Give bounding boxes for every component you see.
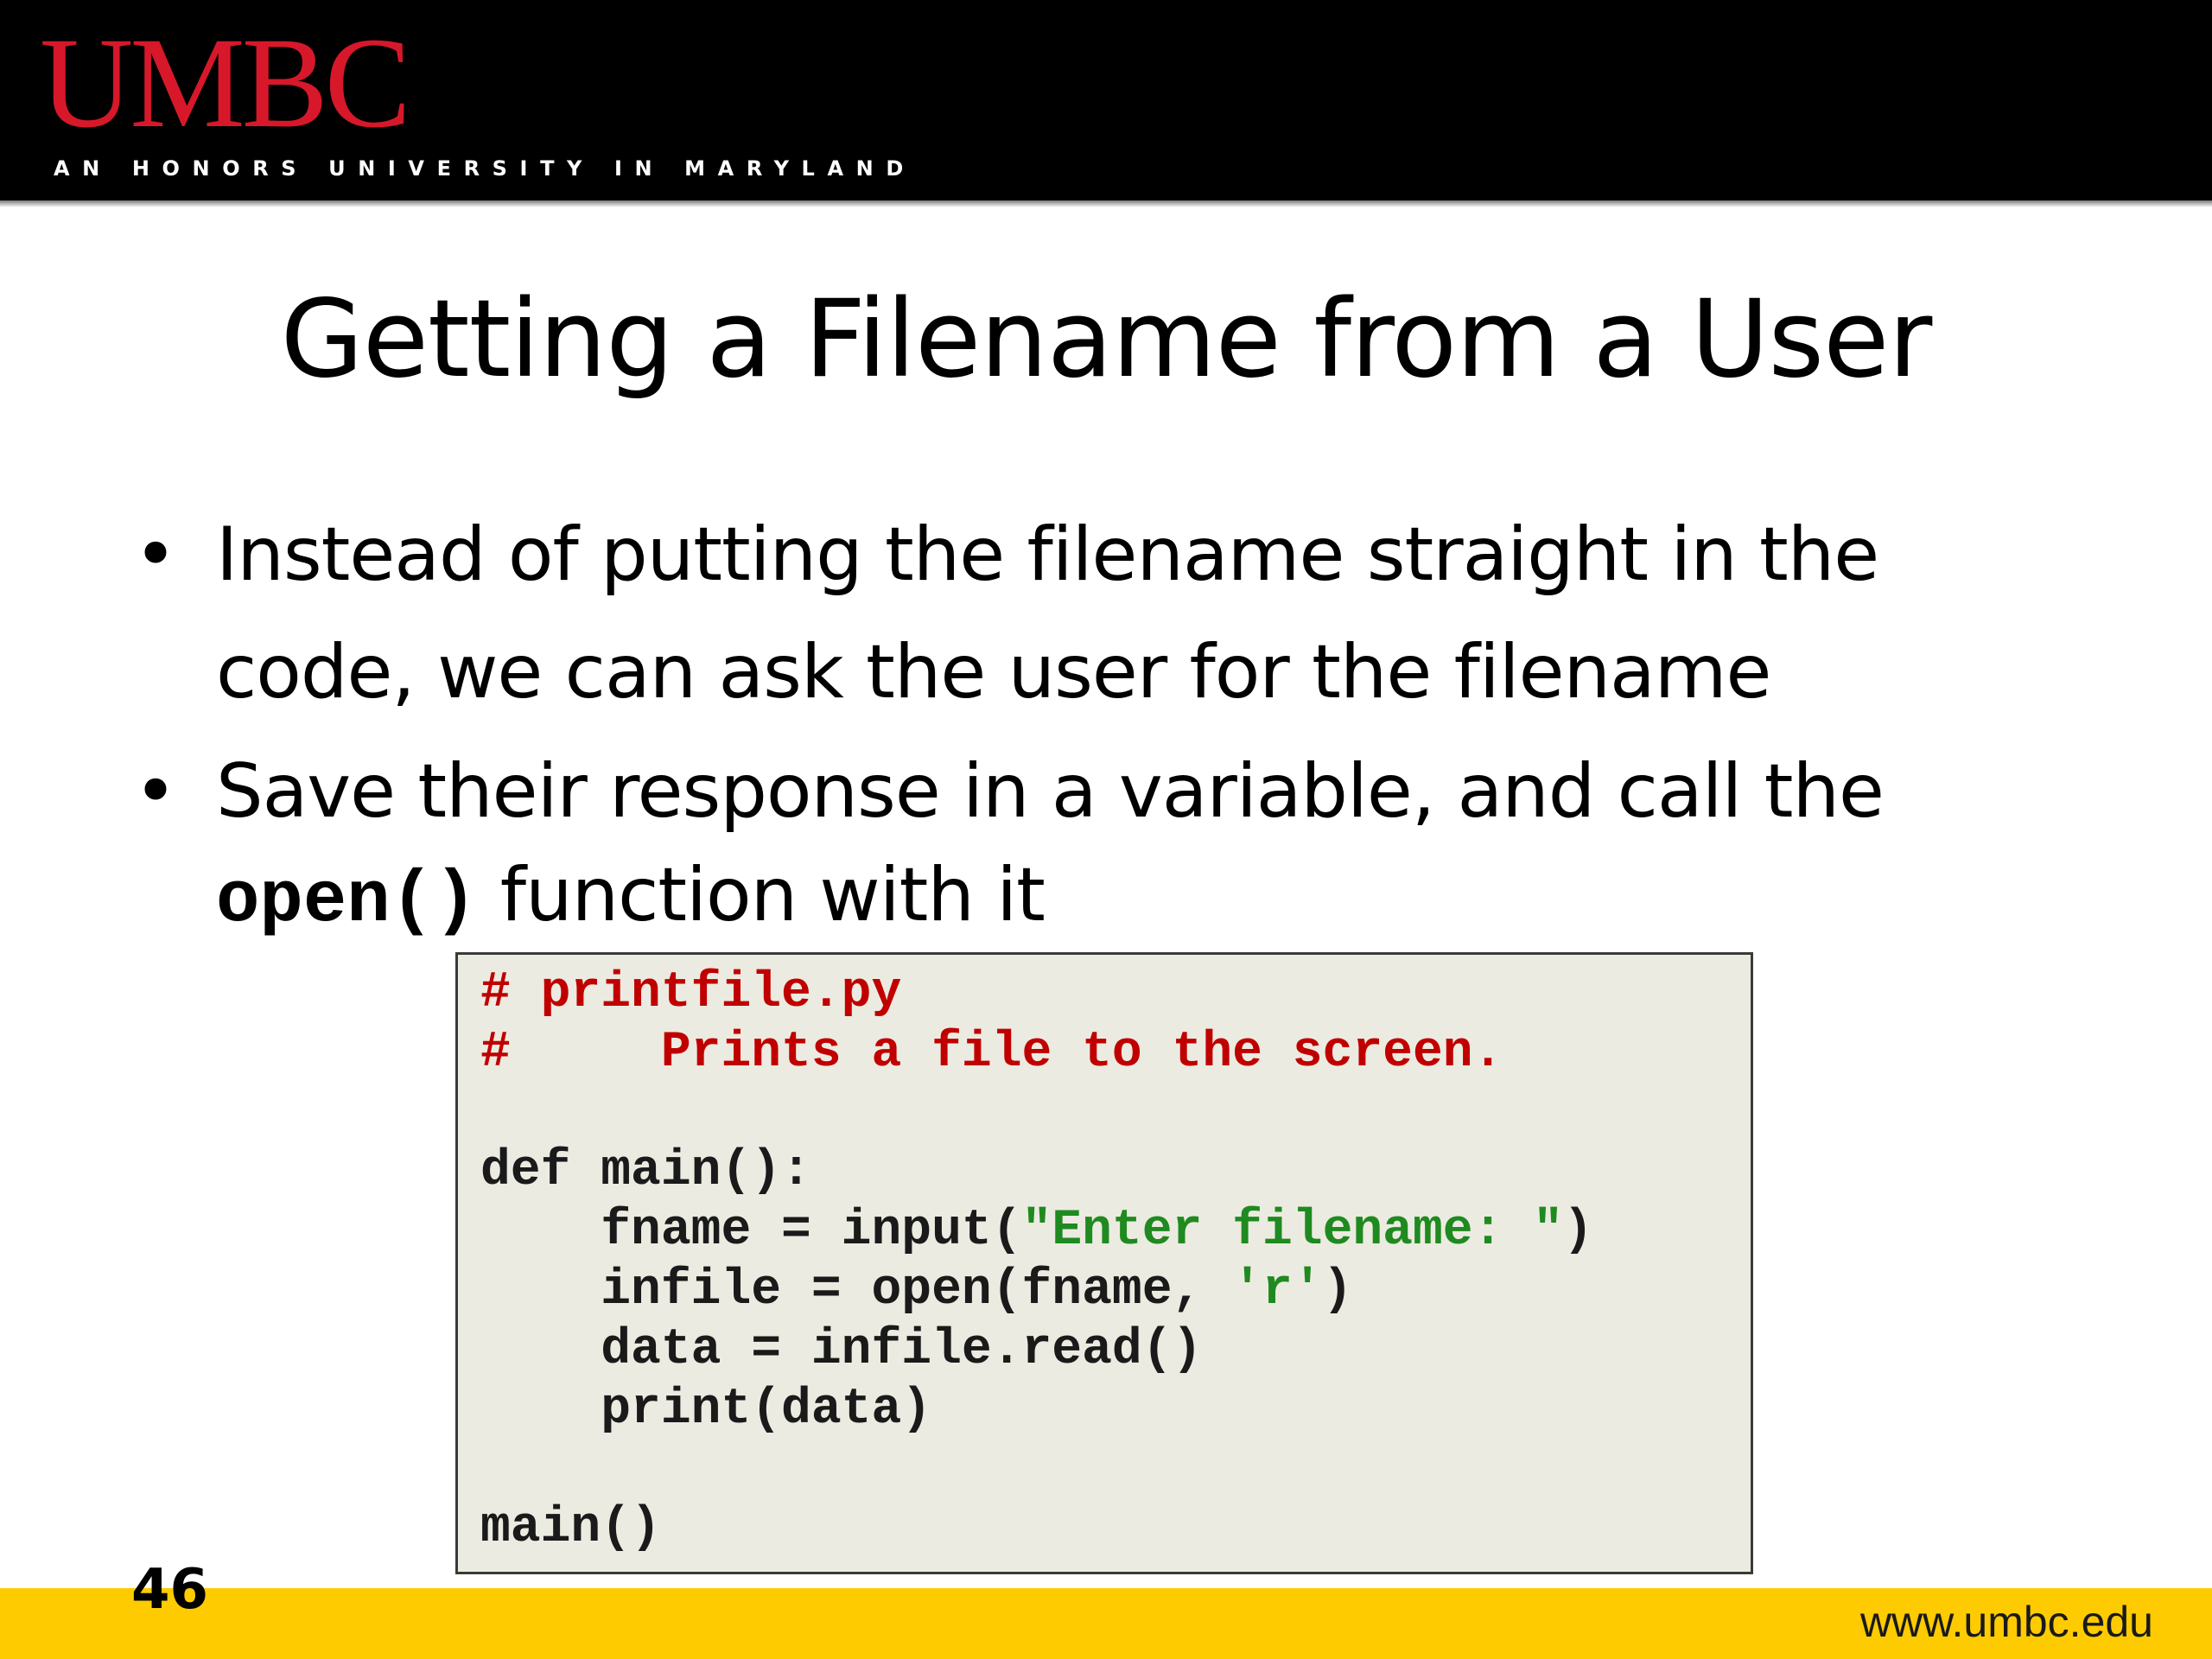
code-line: infile = open(fname, 'r') — [480, 1261, 1751, 1320]
code-token: ) — [1563, 1203, 1593, 1259]
bullet-text-line: Save their response in a variable, and c… — [216, 748, 1885, 835]
code-line: print(data) — [480, 1382, 932, 1438]
slide-title: Getting a Filename from a User — [280, 277, 1933, 402]
header-shadow — [0, 200, 2212, 207]
code-string: 'r' — [1232, 1262, 1323, 1319]
inline-code: open() — [216, 861, 478, 943]
code-token: infile = open(fname, — [480, 1262, 1233, 1319]
page-number: 46 — [131, 1558, 209, 1622]
header-bar: UMBC AN HONORS UNIVERSITY IN MARYLAND — [0, 0, 2212, 200]
code-line: main() — [480, 1500, 661, 1556]
bullet-text-line: open() function with it — [216, 843, 2117, 954]
code-token: fname = input( — [480, 1203, 1022, 1259]
code-comment: # printfile.py — [480, 965, 902, 1021]
code-comment: # Prints a file to the screen. — [480, 1025, 1503, 1081]
footer-url: www.umbc.edu — [1859, 1598, 2153, 1646]
slide: UMBC AN HONORS UNIVERSITY IN MARYLAND Ge… — [0, 0, 2212, 1659]
umbc-logo: UMBC — [40, 11, 411, 155]
code-token: ) — [1322, 1262, 1353, 1319]
bullet-text-rest: function with it — [477, 852, 1046, 938]
bullet-dot-icon: • — [133, 512, 178, 598]
bullet-item: • Instead of putting the filename straig… — [130, 496, 2117, 731]
bullet-dot-icon: • — [133, 748, 178, 835]
bullet-text-line: Instead of putting the filename straight… — [216, 512, 1879, 598]
code-block: # printfile.py # Prints a file to the sc… — [455, 952, 1753, 1574]
logo-tagline: AN HONORS UNIVERSITY IN MARYLAND — [54, 156, 916, 181]
code-string: "Enter filename: " — [1021, 1203, 1564, 1259]
code-line: fname = input("Enter filename: ") — [480, 1201, 1751, 1261]
code-line: data = infile.read() — [480, 1322, 1203, 1378]
bullet-list: • Instead of putting the filename straig… — [130, 496, 2117, 954]
code-line: def main(): — [480, 1143, 811, 1199]
bullet-text-line: code, we can ask the user for the filena… — [216, 629, 1771, 715]
bullet-item: • Save their response in a variable, and… — [130, 740, 2117, 954]
